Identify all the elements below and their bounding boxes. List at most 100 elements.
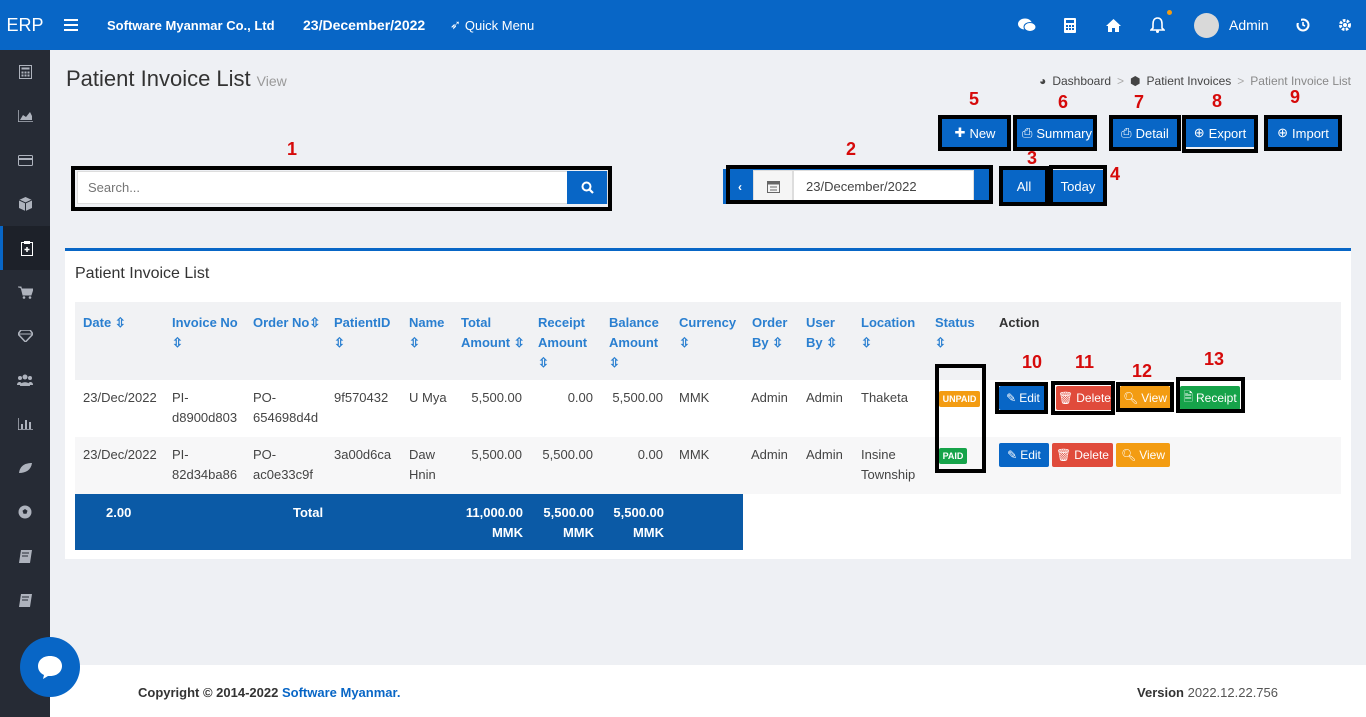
user-menu[interactable]: Admin [1194, 0, 1269, 50]
th-total-amount[interactable]: Total Amount ⇳ [461, 313, 525, 353]
breadcrumb-current: Patient Invoice List [1250, 74, 1351, 88]
notification-dot [1167, 10, 1172, 15]
total-receipt: 5,500.00 MMK [543, 505, 594, 540]
annotation-1: 1 [287, 139, 298, 159]
rocket-icon: ➶ [450, 17, 461, 32]
calculator-icon[interactable] [1064, 0, 1076, 50]
annotation-6: 6 [1058, 92, 1069, 112]
highlight-box-5 [938, 115, 1011, 151]
highlight-box-4 [1049, 165, 1107, 206]
sidebar-calculator-icon[interactable] [0, 50, 50, 94]
chat-icon[interactable] [1018, 0, 1036, 50]
th-balance-amount[interactable]: Balance Amount ⇳ [609, 313, 659, 373]
breadcrumb-separator: > [1117, 74, 1125, 88]
current-date: 23/December/2022 [303, 17, 426, 33]
page-title: Patient Invoice List View [66, 66, 287, 92]
bell-icon[interactable] [1150, 0, 1172, 50]
sort-icon: ⇳ [538, 355, 549, 370]
cell-name: Daw Hnin [409, 447, 436, 482]
annotation-5: 5 [969, 89, 980, 109]
history-icon[interactable] [1296, 0, 1310, 50]
footer-copyright: Copyright © 2014-2022 Software Myanmar. [138, 685, 401, 700]
th-currency[interactable]: Currency ⇳ [679, 313, 736, 353]
app-logo[interactable]: ERP [0, 0, 50, 50]
sidebar-bar-chart-icon[interactable] [0, 402, 50, 446]
sort-icon: ⇳ [935, 335, 946, 350]
cell-receipt: 0.00 [567, 390, 593, 405]
th-order-by[interactable]: Order By ⇳ [752, 313, 787, 353]
trash-icon: 🗑 [1056, 448, 1072, 462]
sort-icon: ⇳ [172, 335, 183, 350]
th-action: Action [999, 315, 1040, 330]
sidebar-soccer-ball-icon[interactable] [0, 490, 50, 534]
top-navbar: ERP Software Myanmar Co., Ltd 23/Decembe… [0, 0, 1366, 50]
total-balance: 5,500.00 MMK [613, 505, 664, 540]
annotation-4: 4 [1110, 164, 1121, 184]
sidebar-leaf-icon[interactable] [0, 446, 50, 490]
breadcrumb-separator: > [1237, 74, 1245, 88]
cell-order-by: Admin [751, 447, 788, 462]
annotation-13: 13 [1204, 349, 1225, 369]
sidebar-clipboard-icon[interactable] [0, 226, 50, 270]
cell-date: 23/Dec/2022 [83, 390, 157, 405]
quick-menu-label: Quick Menu [464, 17, 535, 33]
cell-order-no: PO-ac0e33c9f [253, 447, 313, 482]
highlight-box-1 [71, 166, 612, 211]
gear-icon[interactable] [1338, 0, 1352, 50]
cell-balance: 5,500.00 [612, 390, 663, 405]
highlight-box-13 [1176, 377, 1245, 413]
th-order-no[interactable]: Order No⇳ [253, 313, 320, 333]
page-subtitle: View [256, 73, 287, 89]
th-location[interactable]: Location ⇳ [861, 313, 915, 353]
cube-icon: ⬢ [1130, 74, 1141, 88]
sort-icon: ⇳ [772, 335, 784, 350]
cell-user-by: Admin [806, 390, 843, 405]
delete-button[interactable]: 🗑 Delete [1052, 443, 1113, 467]
sidebar-users-icon[interactable] [0, 358, 50, 402]
sidebar-cart-icon[interactable] [0, 270, 50, 314]
breadcrumb-patient-invoices[interactable]: Patient Invoices [1147, 74, 1232, 88]
chat-bubble-icon [38, 656, 62, 679]
view-label: View [1139, 448, 1166, 462]
cell-currency: MMK [679, 447, 710, 462]
cell-invoice-no: PI- 82d34ba86 [172, 447, 238, 482]
breadcrumb-dashboard[interactable]: Dashboard [1052, 74, 1111, 88]
highlight-box-10 [995, 382, 1048, 414]
menu-toggle-icon[interactable] [64, 0, 78, 50]
sidebar-cube-icon[interactable] [0, 182, 50, 226]
footer-version: Version 2022.12.22.756 [1137, 685, 1278, 700]
sidebar-area-chart-icon[interactable] [0, 94, 50, 138]
view-button[interactable]: 🔍︎ View [1116, 443, 1170, 467]
th-status[interactable]: Status ⇳ [935, 313, 975, 353]
sidebar-card-icon[interactable] [0, 138, 50, 182]
edit-button[interactable]: ✎ Edit [999, 443, 1049, 467]
sidebar-book-2-icon[interactable] [0, 578, 50, 622]
footer-company-link[interactable]: Software Myanmar. [282, 685, 401, 700]
highlight-box-status [935, 364, 986, 473]
cell-total: 5,500.00 [471, 390, 522, 405]
cell-balance: 0.00 [637, 447, 663, 462]
th-patient-id[interactable]: PatientID ⇳ [334, 313, 390, 353]
home-icon[interactable] [1106, 0, 1121, 50]
th-user-by[interactable]: User By ⇳ [806, 313, 837, 353]
cell-location: Insine Township [861, 447, 916, 482]
sidebar-book-icon[interactable] [0, 534, 50, 578]
annotation-2: 2 [846, 139, 857, 159]
th-receipt-amount[interactable]: Receipt Amount ⇳ [538, 313, 587, 373]
highlight-box-12 [1116, 382, 1174, 412]
quick-menu-button[interactable]: ➶ Quick Menu [450, 0, 534, 50]
th-date[interactable]: Date ⇳ [83, 313, 126, 333]
annotation-9: 9 [1290, 87, 1301, 107]
chat-widget-button[interactable] [20, 637, 80, 697]
th-name[interactable]: Name ⇳ [409, 313, 444, 353]
highlight-box-11 [1051, 381, 1115, 415]
cell-order-by: Admin [751, 390, 788, 405]
highlight-box-3 [999, 166, 1049, 206]
sidebar-diamond-icon[interactable] [0, 314, 50, 358]
cell-order-no: PO- 654698d4d [253, 390, 319, 425]
sort-icon: ⇳ [334, 335, 345, 350]
highlight-box-8 [1182, 115, 1258, 153]
user-name: Admin [1229, 17, 1269, 33]
th-invoice-no[interactable]: Invoice No ⇳ [172, 313, 238, 353]
company-name: Software Myanmar Co., Ltd [107, 17, 275, 33]
